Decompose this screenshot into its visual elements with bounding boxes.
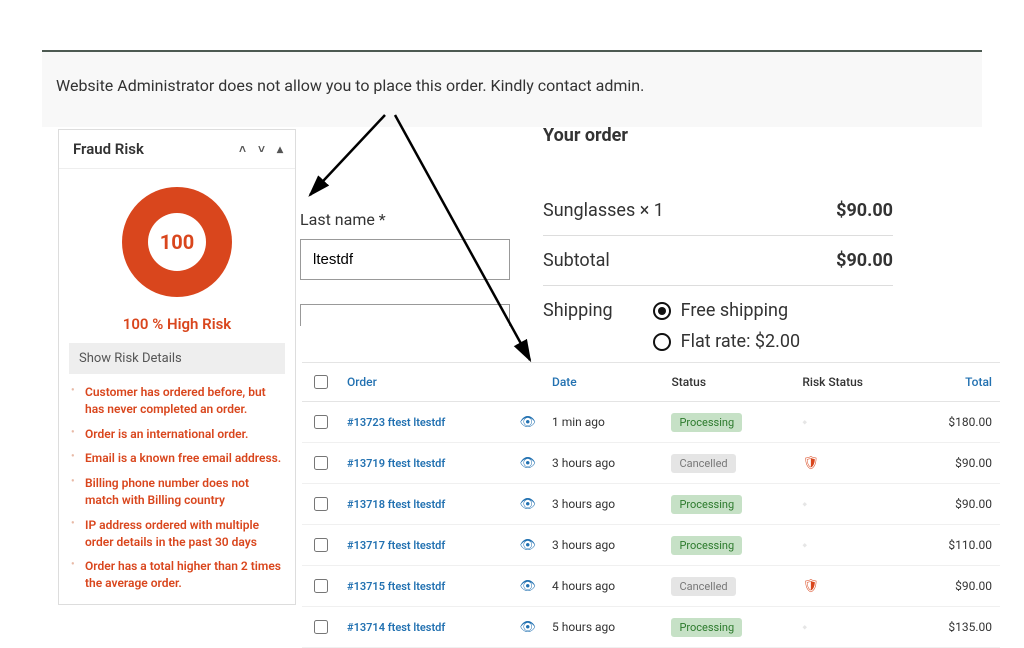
order-total: $90.00	[910, 484, 1000, 525]
table-row[interactable]: #13714 ftest ltestdf 👁 5 hours ago Processi…	[302, 607, 1000, 648]
order-link[interactable]: #13714 ftest ltestdf	[339, 607, 511, 648]
radio-selected-icon	[653, 302, 671, 320]
status-badge: Processing	[671, 536, 742, 555]
col-status[interactable]: Status	[663, 363, 794, 402]
risk-reasons-list: Customer has ordered before, but has nev…	[77, 380, 287, 596]
risk-reason: Email is a known free email address.	[77, 446, 287, 471]
row-checkbox[interactable]	[314, 538, 328, 552]
table-row[interactable]: #13715 ftest ltestdf 👁 4 hours ago Cancelle…	[302, 566, 1000, 607]
order-total: $135.00	[910, 607, 1000, 648]
table-row[interactable]: #13718 ftest ltestdf 👁 3 hours ago Processi…	[302, 484, 1000, 525]
order-link[interactable]: #13718 ftest ltestdf	[339, 484, 511, 525]
order-link[interactable]: #13717 ftest ltestdf	[339, 525, 511, 566]
order-heading: Your order	[543, 125, 893, 146]
risk-score: 100	[148, 213, 206, 271]
row-checkbox[interactable]	[314, 497, 328, 511]
row-checkbox[interactable]	[314, 415, 328, 429]
show-risk-details-button[interactable]: Show Risk Details	[69, 343, 285, 374]
order-total: $90.00	[910, 443, 1000, 484]
orders-table-panel: Order Date Status Risk Status Total #137…	[302, 362, 1000, 648]
item-line: Sunglasses × 1	[543, 200, 664, 221]
fraud-risk-panel: Fraud Risk ˄ ˅ ▴ 100 100 % High Risk Sho…	[58, 129, 296, 605]
risk-reason: Order is an international order.	[77, 422, 287, 447]
status-badge: Cancelled	[671, 454, 735, 473]
risk-reason: IP address ordered with multiple order d…	[77, 513, 287, 555]
preview-icon[interactable]: 👁	[519, 497, 536, 512]
risk-reason: Customer has ordered before, but has nev…	[77, 380, 287, 422]
subtotal-value: $90.00	[836, 250, 893, 271]
admin-block-banner: Website Administrator does not allow you…	[42, 50, 982, 127]
risk-gauge: 100	[59, 169, 295, 307]
order-total: $110.00	[910, 525, 1000, 566]
fraud-panel-title: Fraud Risk	[73, 140, 144, 158]
banner-text: Website Administrator does not allow you…	[56, 76, 644, 95]
shipping-option-free[interactable]: Free shipping	[653, 300, 800, 321]
row-checkbox[interactable]	[314, 620, 328, 634]
row-checkbox[interactable]	[314, 456, 328, 470]
order-total: $90.00	[910, 566, 1000, 607]
status-badge: Cancelled	[671, 577, 735, 596]
status-badge: Processing	[671, 413, 742, 432]
order-date: 3 hours ago	[544, 443, 663, 484]
col-date[interactable]: Date	[544, 363, 663, 402]
order-date: 3 hours ago	[544, 525, 663, 566]
orders-table: Order Date Status Risk Status Total #137…	[302, 363, 1000, 648]
select-all-checkbox[interactable]	[314, 375, 328, 389]
lastname-input[interactable]	[300, 239, 510, 280]
preview-icon[interactable]: 👁	[519, 538, 536, 553]
risk-label: 100 % High Risk	[59, 307, 295, 343]
shield-icon: 🛡	[802, 579, 819, 594]
order-total: $180.00	[910, 402, 1000, 443]
status-badge: Processing	[671, 618, 742, 637]
preview-icon[interactable]: 👁	[519, 579, 536, 594]
table-row[interactable]: #13717 ftest ltestdf 👁 3 hours ago Processi…	[302, 525, 1000, 566]
shield-icon: ⬩	[802, 415, 807, 430]
preview-icon[interactable]: 👁	[519, 620, 536, 635]
order-date: 3 hours ago	[544, 484, 663, 525]
status-badge: Processing	[671, 495, 742, 514]
subtotal-label: Subtotal	[543, 250, 610, 271]
shield-icon: ⬩	[802, 620, 807, 635]
chevron-up-icon[interactable]: ˄	[239, 142, 246, 156]
col-order[interactable]: Order	[339, 363, 511, 402]
order-link[interactable]: #13723 ftest ltestdf	[339, 402, 511, 443]
order-date: 4 hours ago	[544, 566, 663, 607]
fraud-panel-header: Fraud Risk ˄ ˅ ▴	[59, 130, 295, 169]
item-price: $90.00	[836, 200, 893, 221]
row-checkbox[interactable]	[314, 579, 328, 593]
risk-reason: Order has a total higher than 2 times th…	[77, 554, 287, 596]
col-risk[interactable]: Risk Status	[794, 363, 910, 402]
col-total[interactable]: Total	[910, 363, 1000, 402]
collapse-icon[interactable]: ▴	[277, 142, 283, 156]
table-row[interactable]: #13719 ftest ltestdf 👁 3 hours ago Cancelle…	[302, 443, 1000, 484]
lastname-label: Last name *	[300, 210, 510, 229]
order-summary: Your order Sunglasses × 1 $90.00 Subtota…	[543, 125, 893, 366]
table-row[interactable]: #13723 ftest ltestdf 👁 1 min ago Processing…	[302, 402, 1000, 443]
preview-icon[interactable]: 👁	[519, 456, 536, 471]
order-date: 1 min ago	[544, 402, 663, 443]
shipping-option-flat[interactable]: Flat rate: $2.00	[653, 331, 800, 352]
shield-icon: ⬩	[802, 538, 807, 553]
shield-icon: 🛡	[802, 456, 819, 471]
partial-input[interactable]	[300, 304, 510, 326]
checkout-form-fragment: Last name *	[300, 210, 510, 326]
preview-icon[interactable]: 👁	[519, 415, 536, 430]
shield-icon: ⬩	[802, 497, 807, 512]
order-link[interactable]: #13715 ftest ltestdf	[339, 566, 511, 607]
risk-reason: Billing phone number does not match with…	[77, 471, 287, 513]
shipping-label: Shipping	[543, 300, 613, 352]
order-link[interactable]: #13719 ftest ltestdf	[339, 443, 511, 484]
chevron-down-icon[interactable]: ˅	[258, 142, 265, 156]
order-date: 5 hours ago	[544, 607, 663, 648]
radio-icon	[653, 333, 671, 351]
